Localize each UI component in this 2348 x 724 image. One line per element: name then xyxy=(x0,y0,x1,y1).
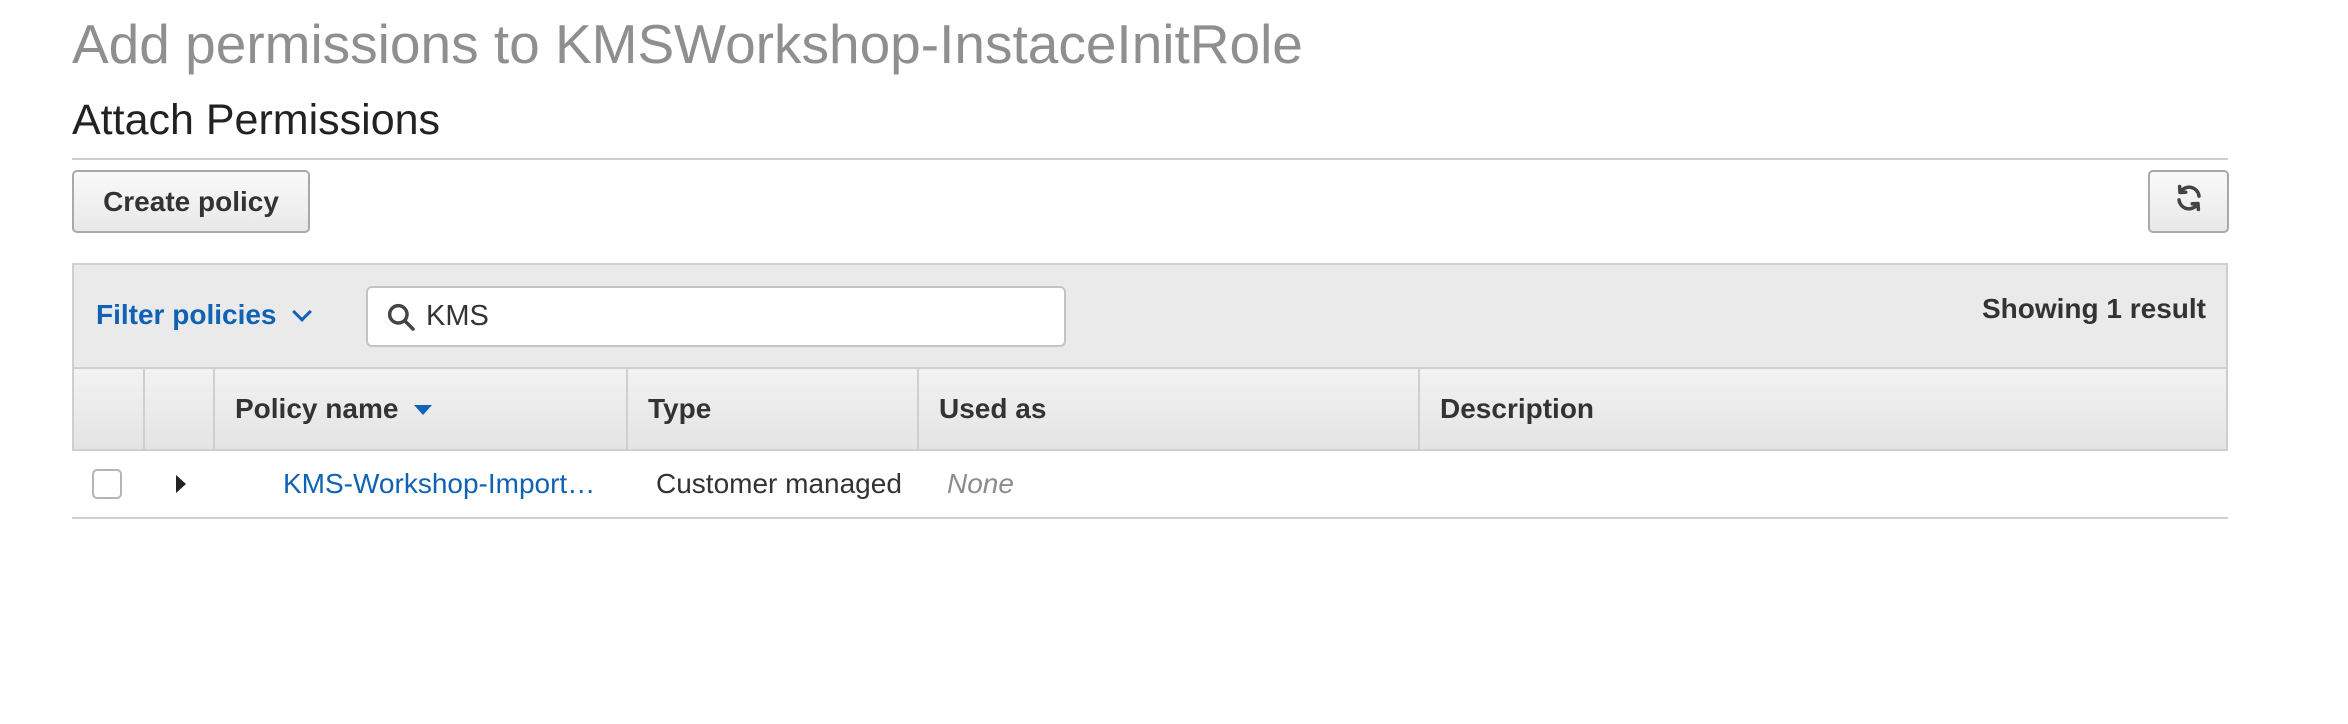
search-box[interactable] xyxy=(366,286,1066,347)
expand-caret-icon[interactable] xyxy=(176,475,186,493)
refresh-button[interactable] xyxy=(2148,170,2229,233)
row-expand-cell xyxy=(143,451,213,517)
result-count: Showing 1 result xyxy=(1981,293,2206,324)
filter-bar: Filter policies Showing 1 result xyxy=(72,263,2228,367)
policies-table: Filter policies Showing 1 result Policy … xyxy=(72,263,2228,519)
row-select-cell xyxy=(72,451,143,517)
row-description-cell xyxy=(1418,451,2228,517)
header-policy-name[interactable]: Policy name xyxy=(215,369,628,449)
header-used-as-label: Used as xyxy=(939,393,1047,424)
search-input[interactable] xyxy=(424,291,1026,342)
search-icon xyxy=(378,294,424,340)
table-row: KMS-Workshop-Import… Customer managed No… xyxy=(72,451,2228,519)
filter-policies-label: Filter policies xyxy=(96,299,277,330)
filter-policies-dropdown[interactable]: Filter policies xyxy=(96,265,312,365)
refresh-icon xyxy=(2174,183,2204,220)
table-header: Policy name Type Used as Description xyxy=(72,367,2228,451)
page: Add permissions to KMSWorkshop-InstaceIn… xyxy=(0,0,2348,724)
section-title: Attach Permissions xyxy=(72,96,441,144)
row-policy-name-cell: KMS-Workshop-Import… xyxy=(213,451,626,517)
page-title: Add permissions to KMSWorkshop-InstaceIn… xyxy=(72,13,1303,75)
sort-descending-icon xyxy=(414,405,433,415)
header-type-label: Type xyxy=(648,393,712,424)
header-description-label: Description xyxy=(1440,393,1595,424)
chevron-down-icon xyxy=(291,302,312,322)
header-type[interactable]: Type xyxy=(628,369,919,449)
header-select-column xyxy=(74,369,145,449)
policy-name-link[interactable]: KMS-Workshop-Import… xyxy=(213,468,626,500)
header-used-as[interactable]: Used as xyxy=(919,369,1420,449)
row-checkbox[interactable] xyxy=(92,469,122,499)
section-divider xyxy=(72,158,2228,160)
row-used-as-cell: None xyxy=(917,451,1418,517)
create-policy-button[interactable]: Create policy xyxy=(72,170,310,233)
header-policy-name-label: Policy name xyxy=(235,393,399,424)
policy-used-as: None xyxy=(947,468,1014,499)
header-description[interactable]: Description xyxy=(1420,369,2226,449)
row-type-cell: Customer managed xyxy=(626,451,917,517)
policy-type: Customer managed xyxy=(656,468,902,499)
header-expand-column xyxy=(145,369,215,449)
